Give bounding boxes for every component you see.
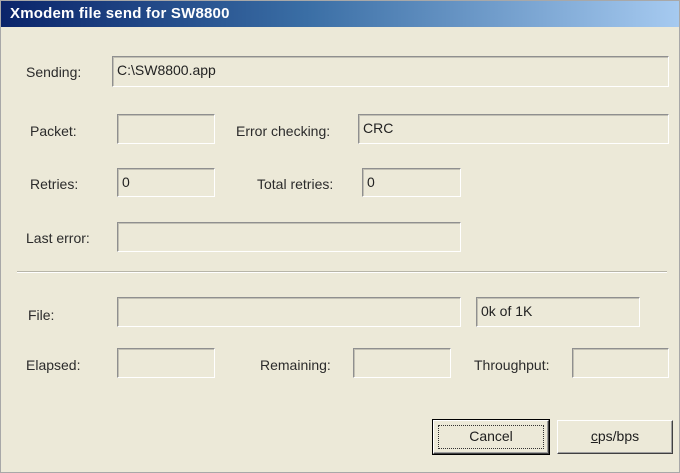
elapsed-field	[117, 348, 215, 378]
total-retries-field: 0	[362, 168, 461, 197]
sending-label: Sending:	[26, 64, 82, 80]
file-size-field: 0k of 1K	[476, 297, 640, 327]
remaining-label: Remaining:	[260, 357, 331, 373]
error-checking-label: Error checking:	[236, 123, 331, 139]
file-label: File:	[28, 307, 55, 323]
last-error-field	[117, 222, 461, 252]
total-retries-value: 0	[367, 174, 375, 190]
cps-bps-button[interactable]: cps/bps	[557, 420, 673, 454]
cancel-button-label: Cancel	[469, 428, 513, 444]
xmodem-send-dialog: Xmodem file send for SW8800 Sending: C:\…	[0, 0, 680, 473]
window-title: Xmodem file send for SW8800	[10, 5, 230, 22]
sending-field: C:\SW8800.app	[112, 56, 669, 87]
cps-bps-mnemonic: c	[590, 428, 598, 444]
retries-label: Retries:	[30, 176, 79, 192]
remaining-field	[353, 348, 451, 378]
title-bar[interactable]: Xmodem file send for SW8800	[1, 1, 679, 27]
cps-bps-rest: ps/bps	[597, 428, 640, 444]
cancel-button[interactable]: Cancel	[432, 419, 550, 455]
retries-field: 0	[117, 168, 215, 197]
error-checking-value: CRC	[363, 120, 394, 136]
packet-field	[117, 114, 215, 144]
file-progress-bar	[117, 297, 461, 327]
elapsed-label: Elapsed:	[26, 357, 81, 373]
packet-label: Packet:	[30, 123, 77, 139]
error-checking-field: CRC	[358, 114, 669, 144]
last-error-label: Last error:	[26, 230, 90, 246]
retries-value: 0	[122, 174, 130, 190]
file-size-value: 0k of 1K	[481, 303, 533, 319]
sending-value: C:\SW8800.app	[117, 62, 216, 78]
throughput-label: Throughput:	[474, 357, 550, 373]
throughput-field	[572, 348, 669, 378]
cps-bps-button-label: cps/bps	[558, 428, 672, 444]
section-divider	[17, 271, 667, 273]
total-retries-label: Total retries:	[257, 176, 334, 192]
